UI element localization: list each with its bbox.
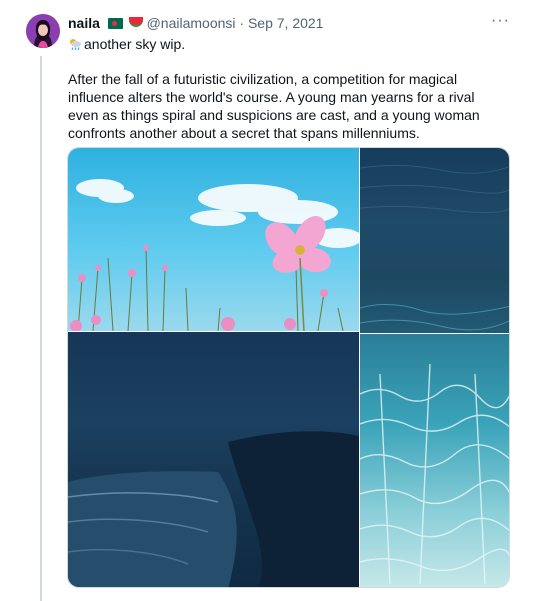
- shallow-water-image[interactable]: [360, 334, 509, 587]
- coast-illustration: [68, 431, 359, 587]
- author-name[interactable]: naila: [68, 15, 100, 31]
- media-grid[interactable]: [67, 147, 510, 588]
- sun-behind-rain-cloud-icon: [70, 39, 81, 51]
- deep-water-illustration: [360, 164, 509, 331]
- bangladesh-flag-icon: [107, 18, 123, 29]
- avatar-illustration: [26, 14, 60, 48]
- sky-flower-image[interactable]: [68, 148, 359, 331]
- author-handle[interactable]: @nailamoonsi: [147, 15, 236, 31]
- coast-image[interactable]: [68, 332, 359, 587]
- sky-flower-illustration: [70, 179, 359, 331]
- more-button[interactable]: ···: [491, 12, 510, 30]
- avatar[interactable]: [26, 14, 60, 48]
- meta-separator: ·: [239, 15, 245, 31]
- thread-line: [40, 56, 42, 601]
- caustics-illustration: [360, 363, 509, 585]
- tweet-date[interactable]: Sep 7, 2021: [248, 15, 324, 31]
- tweet-text: After the fall of a futuristic civilizat…: [68, 71, 480, 141]
- tweet-subtitle: another sky wip.: [68, 35, 185, 53]
- tweet: naila @nailamoonsi · Sep 7, 2021 ··· ano…: [0, 0, 540, 601]
- watermelon-icon: [128, 17, 143, 27]
- subtitle-text: another sky wip.: [84, 36, 186, 52]
- deep-water-image[interactable]: [360, 148, 509, 333]
- more-icon: ···: [491, 12, 510, 29]
- tweet-header: naila @nailamoonsi · Sep 7, 2021: [68, 14, 510, 32]
